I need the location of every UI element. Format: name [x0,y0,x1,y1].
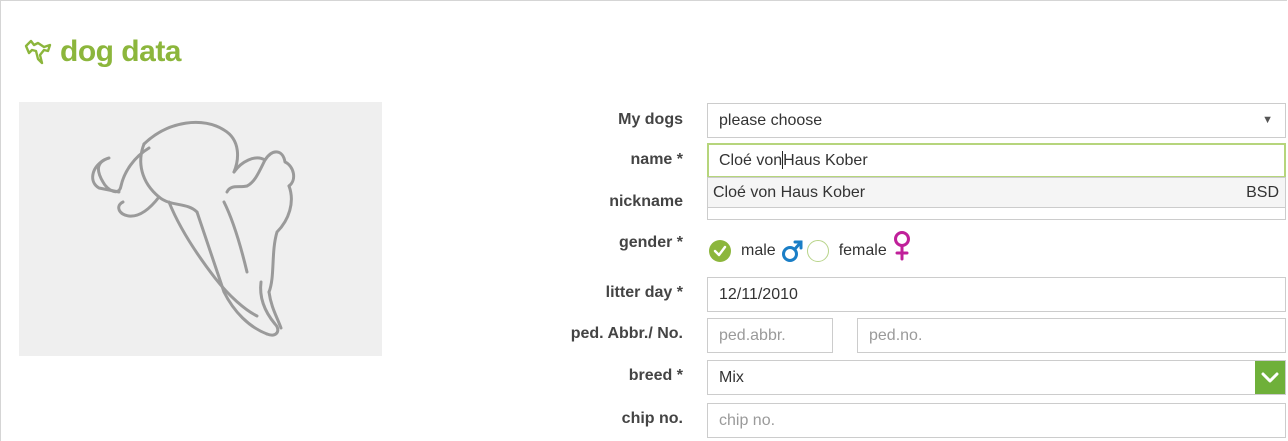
page-header: dog data [20,30,182,74]
my-dogs-select[interactable]: please choose ▼ [707,103,1286,138]
litter-day-input[interactable]: 12/11/2010 [707,277,1286,312]
name-value-after-caret: Haus Kober [783,152,868,169]
chip-label: chip no. [621,410,683,427]
suggestion-name: Cloé von Haus Kober [713,184,866,201]
pedigree-label: ped. Abbr./ No. [570,325,683,342]
pedigree-abbr-placeholder: ped.abbr. [719,327,786,344]
my-dogs-value: please choose [719,112,823,129]
chevron-down-icon [1261,372,1279,382]
name-value-before-caret: Cloé von [719,152,783,169]
pedigree-no-placeholder: ped.no. [869,327,923,344]
suggestion-tag: BSD [1246,184,1279,201]
check-icon [713,245,727,257]
chip-no-placeholder: chip no. [719,412,776,429]
dog-logo-icon [24,39,52,65]
male-label: male [741,242,776,259]
litter-day-label: litter day * [605,284,683,301]
my-dogs-label: My dogs [618,111,683,128]
caret-down-icon: ▼ [1262,114,1273,126]
nickname-label: nickname [609,193,683,210]
page-title: dog data [60,35,182,68]
chip-no-input[interactable]: chip no. [707,403,1286,438]
breed-dropdown-button[interactable] [1255,361,1285,394]
male-symbol-icon [781,240,803,262]
female-symbol-icon [893,231,910,261]
autocomplete-suggestion[interactable]: Cloé von Haus Kober BSD [707,177,1286,208]
female-label: female [838,242,887,259]
dog-silhouette-icon [91,120,296,337]
breed-value: Mix [719,369,744,386]
female-radio[interactable] [806,240,829,262]
gender-radio-group: male female [709,231,912,270]
dog-photo-placeholder[interactable] [19,102,382,356]
pedigree-no-input[interactable]: ped.no. [857,318,1286,353]
breed-select[interactable]: Mix [707,360,1286,395]
name-input[interactable]: Cloé vonHaus Kober [707,143,1286,178]
name-label: name * [630,151,683,168]
litter-day-value: 12/11/2010 [719,286,798,303]
male-radio[interactable] [709,240,731,262]
gender-label: gender * [618,234,683,251]
breed-label: breed * [628,367,683,384]
pedigree-abbr-input[interactable]: ped.abbr. [707,318,833,353]
